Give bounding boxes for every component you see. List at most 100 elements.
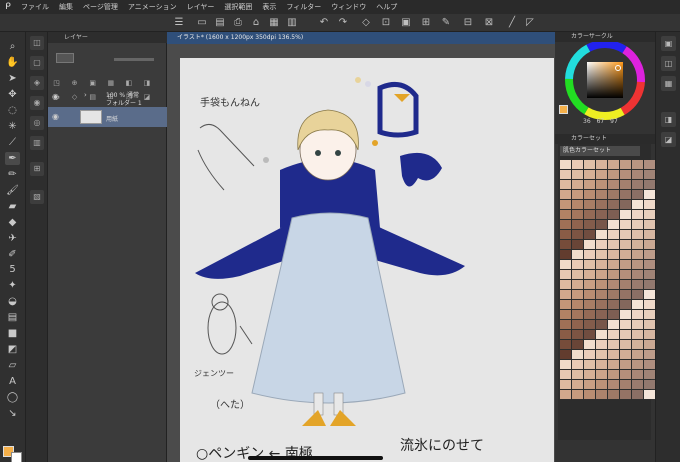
color-swatch[interactable] [644,330,655,339]
color-swatch[interactable] [632,230,643,239]
snap-icon[interactable]: ⊠ [483,17,495,29]
color-swatch[interactable] [620,310,631,319]
color-swatch[interactable] [572,280,583,289]
color-swatch[interactable] [596,210,607,219]
text-5-icon[interactable]: 5 [5,263,20,276]
color-swatch[interactable] [644,350,655,359]
color-swatch[interactable] [584,280,595,289]
dock-icon-b[interactable]: ◫ [661,56,676,71]
layer-panel-icon[interactable]: ◫ [30,36,44,50]
color-swatch[interactable] [572,190,583,199]
color-swatch[interactable] [608,160,619,169]
color-swatch[interactable] [644,310,655,319]
dock-icon-d[interactable]: ◨ [661,112,676,127]
current-color-chip[interactable] [559,105,568,114]
color-swatch[interactable] [596,230,607,239]
color-swatch[interactable] [584,270,595,279]
sparkle-icon[interactable]: ✦ [5,279,20,292]
sub-tool-c-icon[interactable]: ◉ [30,96,44,110]
color-swatch[interactable] [584,350,595,359]
undo-icon[interactable]: ↶ [318,17,330,29]
menu-view[interactable]: 表示 [257,2,281,12]
color-swatch[interactable] [632,210,643,219]
color-swatch[interactable] [644,190,655,199]
color-set-select[interactable]: 肌色カラーセット [560,146,640,156]
color-swatch[interactable] [584,310,595,319]
frame-icon[interactable]: ◩ [5,343,20,356]
layer-row-folder[interactable]: ◉ › 100 % 通常 フォルダー 1 [48,87,167,107]
color-swatch[interactable] [560,170,571,179]
color-swatch[interactable] [644,340,655,349]
color-swatch[interactable] [608,260,619,269]
color-swatch[interactable] [644,170,655,179]
color-swatch[interactable] [608,370,619,379]
color-swatch[interactable] [572,250,583,259]
menu-page[interactable]: ページ管理 [78,2,123,12]
color-swatch[interactable] [584,370,595,379]
color-swatch[interactable] [596,350,607,359]
color-swatch[interactable] [596,290,607,299]
color-swatch[interactable] [644,300,655,309]
color-swatch[interactable] [620,220,631,229]
color-swatch[interactable] [608,360,619,369]
color-swatch[interactable] [644,280,655,289]
color-swatch[interactable] [620,320,631,329]
save-as-icon[interactable]: ⌂ [250,17,262,29]
sub-tool-b-icon[interactable]: ◈ [30,76,44,90]
sub-tool-e-icon[interactable]: ▥ [30,136,44,150]
print-icon[interactable]: ▥ [286,17,298,29]
color-swatch[interactable] [584,170,595,179]
decoration-icon[interactable]: ✐ [5,248,20,261]
color-swatch[interactable] [608,340,619,349]
eye-icon[interactable]: ◉ [52,112,61,121]
blend-mode-select[interactable] [56,53,74,63]
color-swatch[interactable] [560,260,571,269]
color-swatch[interactable] [644,210,655,219]
color-swatch[interactable] [608,310,619,319]
color-wheel[interactable] [560,40,650,124]
gradient-icon[interactable]: ▤ [5,311,20,324]
eraser-icon[interactable]: ▰ [5,200,20,213]
dock-icon-e[interactable]: ◪ [661,132,676,147]
color-swatch[interactable] [620,160,631,169]
color-swatch[interactable] [584,300,595,309]
brush-icon[interactable]: 🖌 [5,184,20,197]
color-swatch[interactable] [572,360,583,369]
color-swatch[interactable] [644,380,655,389]
color-swatch[interactable] [644,160,655,169]
color-swatch[interactable] [572,230,583,239]
color-swatch[interactable] [632,340,643,349]
color-swatch[interactable] [632,200,643,209]
sub-tool-f-icon[interactable]: ⊞ [30,162,44,176]
color-swatch[interactable] [572,350,583,359]
menu-file[interactable]: ファイル [16,2,54,12]
color-swatch[interactable] [620,290,631,299]
color-swatch[interactable] [644,290,655,299]
dock-icon-a[interactable]: ▣ [661,36,676,51]
color-swatch[interactable] [608,350,619,359]
color-swatch[interactable] [584,380,595,389]
line-icon[interactable]: ╱ [506,17,518,29]
color-swatch[interactable] [572,270,583,279]
color-swatch[interactable] [632,240,643,249]
color-swatch[interactable] [584,330,595,339]
color-swatch[interactable] [596,320,607,329]
operation-icon[interactable]: ➤ [5,72,20,85]
color-swatch[interactable] [620,260,631,269]
color-swatch[interactable] [572,340,583,349]
color-swatch[interactable] [572,200,583,209]
color-swatch[interactable] [572,160,583,169]
color-swatch[interactable] [560,380,571,389]
color-swatch[interactable] [560,320,571,329]
export-icon[interactable]: ▦ [268,17,280,29]
color-swatch[interactable] [560,250,571,259]
color-swatch[interactable] [608,300,619,309]
color-swatch[interactable] [584,250,595,259]
color-swatch[interactable] [608,290,619,299]
color-swatch[interactable] [632,350,643,359]
drawing-canvas[interactable]: 手袋もんねん ジェンツー （へた） ○ペンギン ← 南極 流氷にのせて [180,58,554,462]
color-swatch[interactable] [620,330,631,339]
color-swatch[interactable] [572,300,583,309]
color-swatch[interactable] [644,320,655,329]
color-swatch[interactable] [560,210,571,219]
